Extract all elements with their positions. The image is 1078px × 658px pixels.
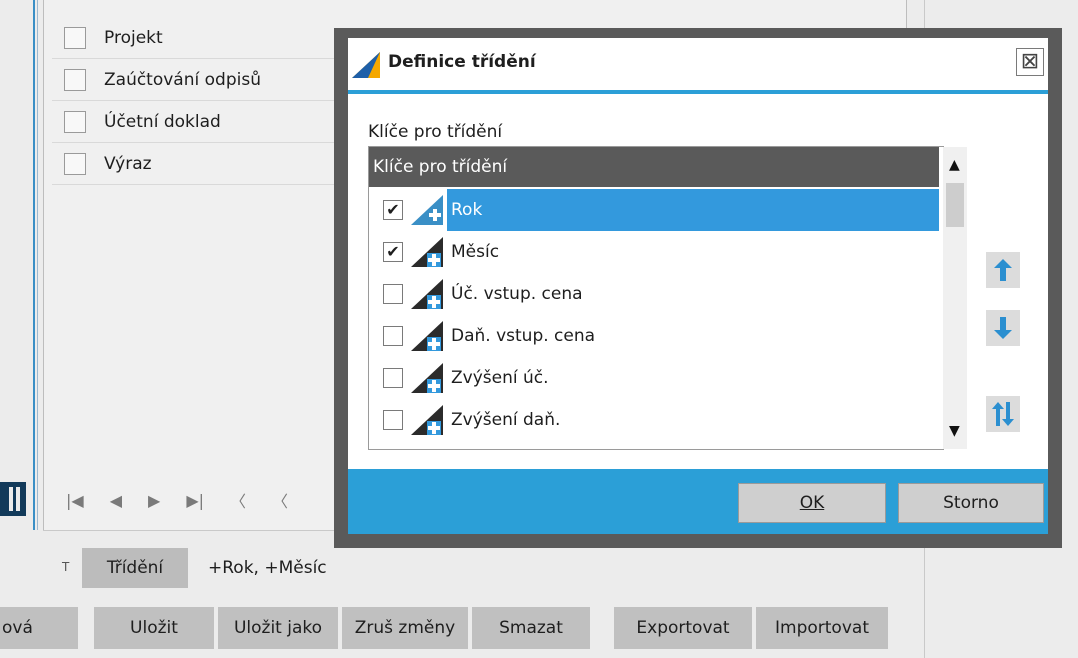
- left-splitter-line: [33, 0, 35, 530]
- sort-ascending-icon: [411, 279, 443, 309]
- next-record-icon[interactable]: ▶: [148, 491, 160, 510]
- vertical-scrollbar[interactable]: ▲ ▼: [943, 147, 967, 449]
- sort-ascending-icon: [411, 363, 443, 393]
- chevron-left-icon[interactable]: 〈: [230, 488, 246, 512]
- list-item-label: Rok: [447, 189, 939, 231]
- checkbox[interactable]: [383, 410, 403, 430]
- previous-record-icon[interactable]: ◀: [110, 491, 122, 510]
- move-up-button[interactable]: [986, 252, 1020, 288]
- checkbox[interactable]: [383, 284, 403, 304]
- cancel-button[interactable]: Storno: [898, 483, 1044, 523]
- sort-keys-list: Klíče pro třídění ✔ Rok ✔ Měsíc Úč. vstu…: [368, 146, 967, 450]
- checkbox[interactable]: [383, 368, 403, 388]
- dialog-title: Definice třídění: [388, 52, 536, 72]
- sort-ascending-icon: [411, 405, 443, 435]
- checkbox[interactable]: [64, 153, 86, 175]
- scrollbar-grip[interactable]: [0, 482, 26, 516]
- checkbox[interactable]: [64, 69, 86, 91]
- checkbox[interactable]: [64, 27, 86, 49]
- sort-ascending-icon: [411, 237, 443, 267]
- reverse-order-button[interactable]: [986, 396, 1020, 432]
- list-item-label: Projekt: [104, 28, 163, 48]
- column-header: Klíče pro třídění: [369, 147, 939, 187]
- bottom-toolbar: ová Uložit Uložit jako Zruš změny Smazat…: [0, 607, 892, 651]
- sort-keys-label: Klíče pro třídění: [368, 122, 503, 142]
- last-record-icon[interactable]: ▶|: [186, 491, 204, 510]
- sort-ascending-icon: [411, 321, 443, 351]
- list-item-label: Zvýšení úč.: [451, 368, 549, 388]
- list-item[interactable]: Zvýšení daň.: [369, 399, 939, 441]
- list-item[interactable]: ✔ Měsíc: [369, 231, 939, 273]
- list-item-label: Daň. vstup. cena: [451, 326, 596, 346]
- list-item-label: Měsíc: [451, 242, 500, 262]
- scrollbar-thumb[interactable]: [946, 183, 964, 227]
- dialog-body: Klíče pro třídění Klíče pro třídění ✔ Ro…: [348, 94, 1048, 469]
- list-item-label: Výraz: [104, 154, 152, 174]
- sort-row: Třídění +Rok, +Měsíc: [52, 545, 327, 591]
- arrow-down-icon: [994, 317, 1012, 339]
- list-item-label: Úč. vstup. cena: [451, 284, 583, 304]
- dialog-footer: OK Storno: [348, 469, 1048, 534]
- grip-line: [16, 487, 20, 511]
- list-item[interactable]: Daň. vstup. cena: [369, 315, 939, 357]
- list-item[interactable]: Úč. vstup. cena: [369, 273, 939, 315]
- close-icon[interactable]: ⊠: [1016, 48, 1044, 76]
- chevron-left-icon[interactable]: 〈: [272, 488, 288, 512]
- sort-button[interactable]: Třídění: [82, 548, 188, 588]
- scroll-down-icon[interactable]: ▼: [949, 423, 960, 439]
- first-record-icon[interactable]: |◀: [66, 491, 84, 510]
- checkbox[interactable]: ✔: [383, 200, 403, 220]
- list-item[interactable]: ✔ Rok: [369, 189, 939, 231]
- ok-button[interactable]: OK: [738, 483, 886, 523]
- left-splitter-line-2: [37, 0, 38, 530]
- save-button[interactable]: Uložit: [94, 607, 214, 649]
- new-button[interactable]: ová: [0, 607, 78, 649]
- sort-ascending-icon: [411, 195, 443, 225]
- move-down-button[interactable]: [986, 310, 1020, 346]
- arrow-up-icon: [994, 259, 1012, 281]
- scroll-up-icon[interactable]: ▲: [949, 157, 960, 173]
- checkbox[interactable]: [383, 326, 403, 346]
- list-item[interactable]: Zvýšení úč.: [369, 357, 939, 399]
- checkbox[interactable]: [64, 111, 86, 133]
- export-button[interactable]: Exportovat: [614, 607, 752, 649]
- checkbox[interactable]: ✔: [383, 242, 403, 262]
- list-item-label: Účetní doklad: [104, 112, 221, 132]
- list-item-label: Zaúčtování odpisů: [104, 70, 261, 90]
- dialog-titlebar[interactable]: Definice třídění ⊠: [348, 38, 1048, 90]
- sort-value: +Rok, +Měsíc: [208, 558, 327, 578]
- grip-line: [9, 487, 13, 511]
- app-logo-icon: [352, 52, 380, 78]
- delete-button[interactable]: Smazat: [472, 607, 590, 649]
- import-button[interactable]: Importovat: [756, 607, 888, 649]
- record-navigator: |◀ ◀ ▶ ▶| 〈 〈: [52, 480, 288, 520]
- discard-changes-button[interactable]: Zruš změny: [342, 607, 468, 649]
- swap-vertical-icon: [992, 402, 1014, 426]
- sort-definition-dialog: Definice třídění ⊠ Klíče pro třídění Klí…: [334, 28, 1062, 548]
- ok-button-label: OK: [799, 493, 825, 513]
- save-as-button[interactable]: Uložit jako: [218, 607, 338, 649]
- list-item-label: Zvýšení daň.: [451, 410, 561, 430]
